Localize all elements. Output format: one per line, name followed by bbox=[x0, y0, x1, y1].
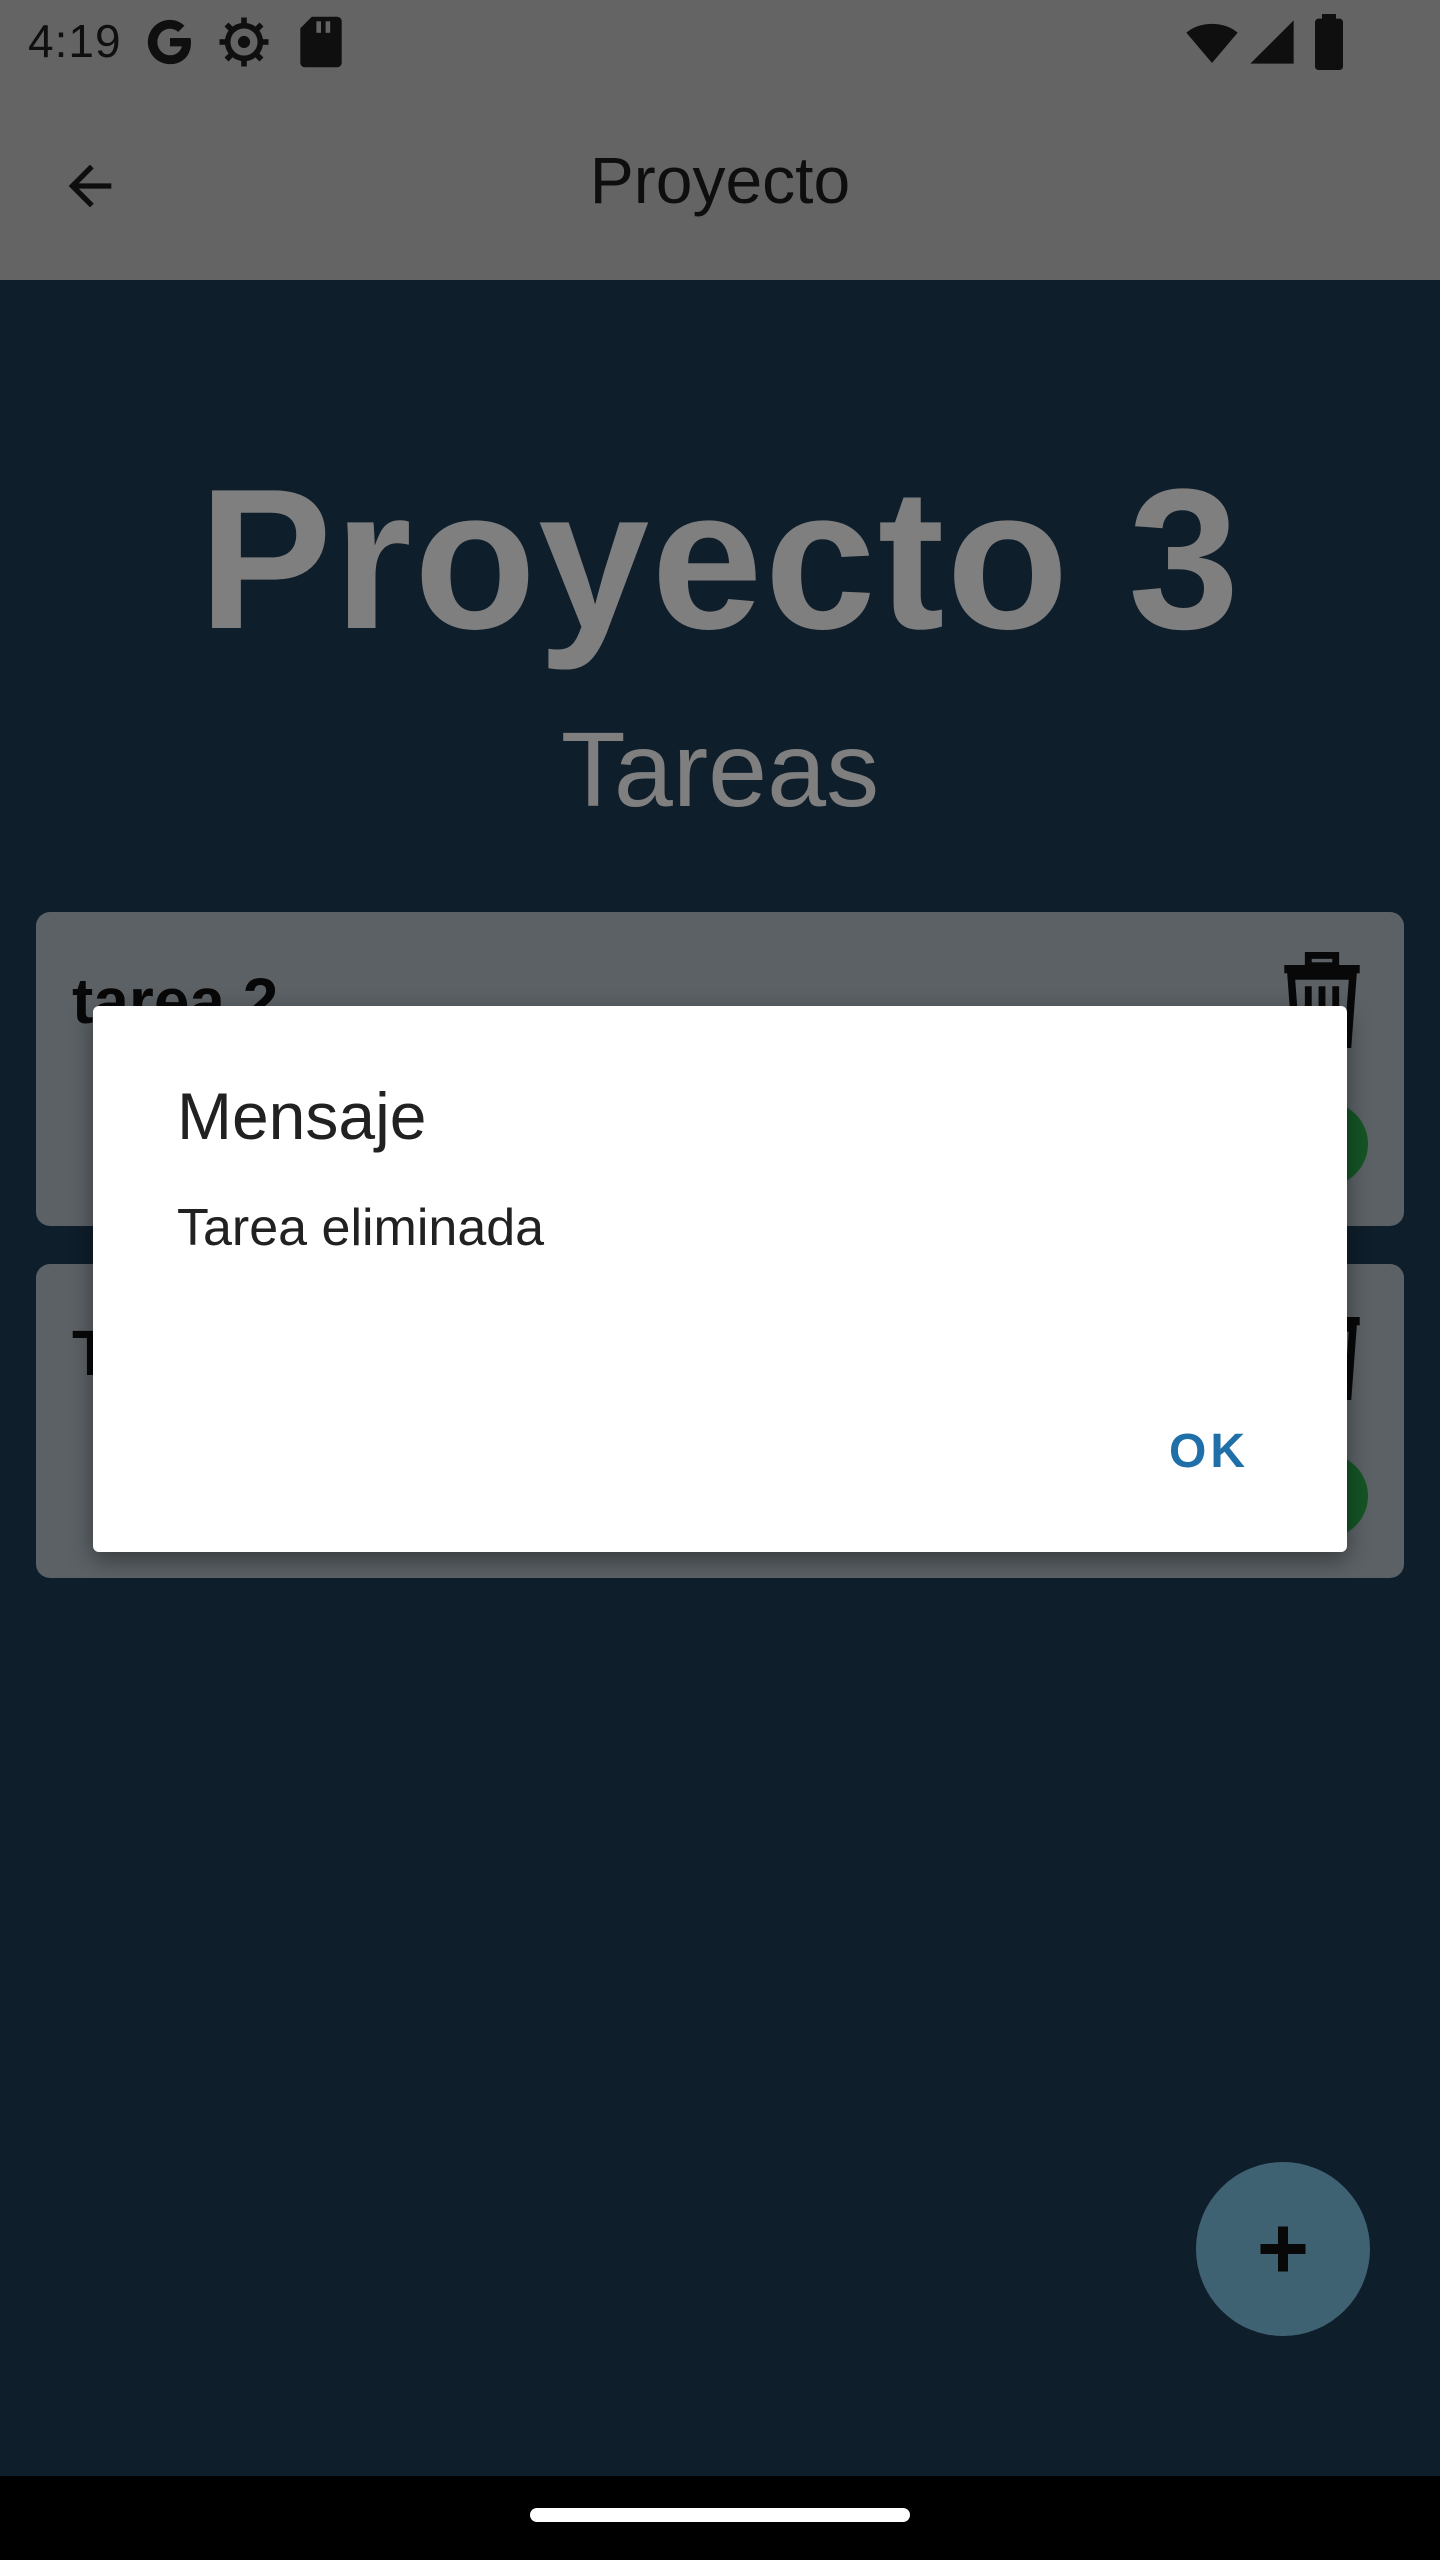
message-dialog: Mensaje Tarea eliminada OK bbox=[93, 1006, 1347, 1552]
dialog-title: Mensaje bbox=[177, 1079, 427, 1153]
home-gesture-handle[interactable] bbox=[530, 2508, 910, 2522]
ok-button[interactable]: OK bbox=[1169, 1424, 1249, 1479]
screen: 4:19 bbox=[0, 0, 1440, 2560]
dialog-message: Tarea eliminada bbox=[177, 1199, 545, 1257]
system-nav-bar bbox=[0, 2476, 1440, 2560]
